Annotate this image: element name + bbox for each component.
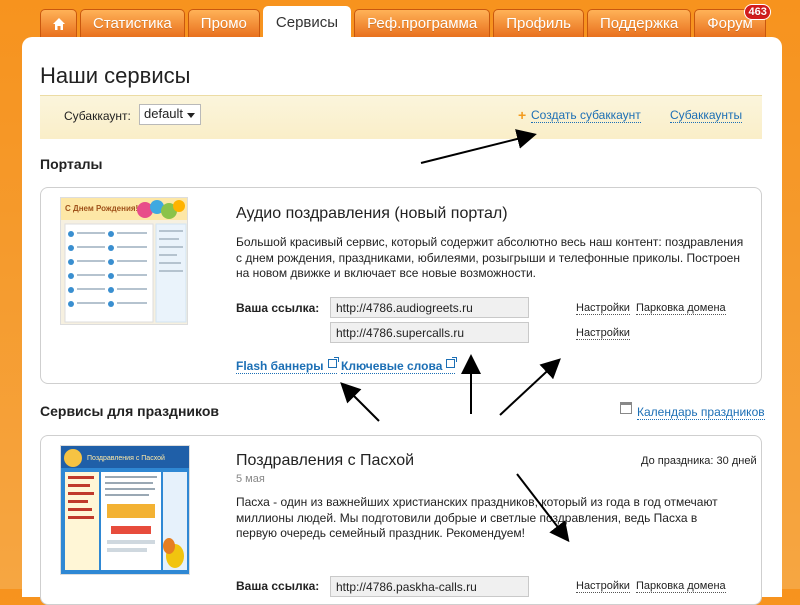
- holiday-calendar-link[interactable]: Календарь праздников: [637, 405, 765, 420]
- tab-promo[interactable]: Промо: [187, 9, 260, 37]
- home-icon: [52, 17, 65, 30]
- flash-banners-link[interactable]: Flash баннеры: [236, 357, 339, 374]
- domain-parking-link-audiogreets[interactable]: Парковка домена: [636, 302, 726, 315]
- keywords-label: Ключевые слова: [341, 359, 443, 373]
- url-field-audiogreets[interactable]: http://4786.audiogreets.ru: [330, 297, 529, 318]
- days-until-holiday: До праздника: 30 дней: [641, 455, 757, 467]
- holiday-description: Пасха - один из важнейших христианских п…: [236, 495, 718, 540]
- portal-thumbnail[interactable]: С Днем Рождения!: [60, 197, 188, 325]
- tab-forum[interactable]: Форум 463: [694, 4, 771, 37]
- external-link-icon: [446, 357, 458, 368]
- external-link-icon: [327, 357, 339, 368]
- tab-profile[interactable]: Профиль: [493, 9, 584, 37]
- domain-parking-link-paskha[interactable]: Парковка домена: [636, 580, 726, 593]
- tab-home[interactable]: [40, 9, 77, 37]
- portal-description: Большой красивый сервис, который содержи…: [236, 235, 744, 280]
- holiday-card-easter: Поздравления с Пасхой Поздравления с Пас…: [40, 435, 762, 605]
- holiday-date: 5 мая: [236, 473, 265, 485]
- tab-referral[interactable]: Реф.программа: [354, 9, 491, 37]
- plus-icon: +: [518, 107, 527, 123]
- settings-link-audiogreets[interactable]: Настройки: [576, 302, 630, 315]
- portal-thumbnail-image: С Днем Рождения!: [61, 198, 187, 324]
- subaccounts-link[interactable]: Субаккаунты: [670, 108, 743, 123]
- portal-card-audiogreets: С Днем Рождения! Аудио поздравления (нов…: [40, 187, 762, 384]
- flash-banners-label: Flash баннеры: [236, 359, 324, 373]
- tab-services[interactable]: Сервисы: [262, 6, 352, 37]
- holiday-title: Поздравления с Пасхой: [236, 452, 415, 469]
- page-title: Наши сервисы: [40, 63, 191, 88]
- portal-title: Аудио поздравления (новый портал): [236, 205, 508, 222]
- thumb-caption: С Днем Рождения!: [65, 204, 138, 213]
- tab-statistics[interactable]: Статистика: [80, 9, 185, 37]
- chevron-down-icon: [187, 113, 195, 118]
- keywords-link[interactable]: Ключевые слова: [341, 357, 458, 374]
- settings-link-supercalls[interactable]: Настройки: [576, 327, 630, 340]
- subaccount-label: Субаккаунт:: [64, 109, 131, 123]
- holiday-services-section-title: Сервисы для праздников: [40, 403, 219, 419]
- create-subaccount-link[interactable]: Создать субаккаунт: [531, 108, 641, 123]
- holiday-thumbnail[interactable]: Поздравления с Пасхой: [60, 445, 190, 575]
- thumb-caption: Поздравления с Пасхой: [87, 454, 165, 462]
- portals-section-title: Порталы: [40, 156, 103, 172]
- subaccount-select-value: default: [144, 106, 184, 121]
- subaccount-select[interactable]: default: [139, 104, 201, 125]
- holiday-thumbnail-image: Поздравления с Пасхой: [61, 446, 189, 574]
- subaccount-toolbar: Субаккаунт: default + Создать субаккаунт…: [40, 95, 762, 139]
- tab-support[interactable]: Поддержка: [586, 9, 692, 37]
- url-field-paskha[interactable]: http://4786.paskha-calls.ru: [330, 576, 529, 597]
- your-link-label: Ваша ссылка:: [236, 301, 320, 315]
- url-field-supercalls[interactable]: http://4786.supercalls.ru: [330, 322, 529, 343]
- your-link-label: Ваша ссылка:: [236, 579, 320, 593]
- settings-link-paskha[interactable]: Настройки: [576, 580, 630, 593]
- forum-count-badge: 463: [744, 4, 771, 20]
- calendar-icon: [620, 402, 632, 414]
- top-nav-tabs: Статистика Промо Сервисы Реф.программа П…: [40, 4, 771, 37]
